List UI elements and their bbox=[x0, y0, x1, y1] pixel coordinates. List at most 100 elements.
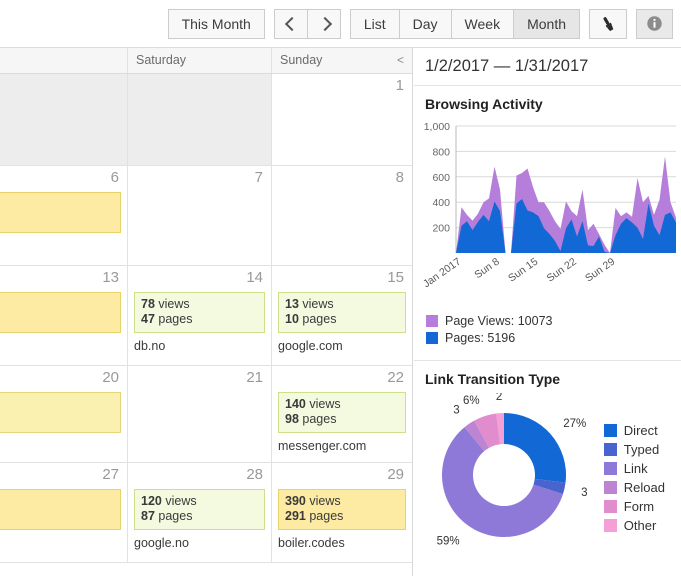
calendar-day-cell[interactable]: 15 13 views 10 pages google.com bbox=[272, 266, 412, 365]
event-pages-line: 57 pages bbox=[0, 509, 114, 524]
event-chip[interactable]: 390 views 291 pages bbox=[278, 489, 406, 530]
donut-legend-item: Link bbox=[604, 461, 665, 476]
column-header-sunday: Sunday < bbox=[272, 48, 412, 73]
event-chip[interactable]: 26 views 66 pages bbox=[0, 392, 121, 433]
link-transition-title: Link Transition Type bbox=[414, 371, 681, 387]
day-number: 6 bbox=[111, 169, 119, 186]
calendar-day-cell[interactable] bbox=[0, 74, 128, 165]
pages-count: 98 bbox=[285, 412, 299, 426]
views-count: 13 bbox=[285, 297, 299, 311]
event-views-line: 32 views bbox=[0, 197, 114, 212]
calendar-day-cell[interactable]: 22 140 views 98 pages messenger.com bbox=[272, 366, 412, 462]
donut-legend-label: Link bbox=[624, 461, 648, 476]
event-pages-line: 66 pages bbox=[0, 412, 114, 427]
day-number: 27 bbox=[102, 466, 119, 483]
calendar-week-row: 6 32 views 95 pages gbladet.no 7 8 bbox=[0, 166, 412, 266]
event-chip[interactable]: 120 views 87 pages bbox=[134, 489, 265, 530]
date-range-label: 1/2/2017 — 1/31/2017 bbox=[414, 48, 681, 86]
next-period-button[interactable] bbox=[308, 9, 341, 39]
pages-label: pages bbox=[158, 312, 192, 326]
event-chip[interactable]: 78 views 47 pages bbox=[134, 292, 265, 333]
event-domain: google.no bbox=[134, 536, 265, 550]
tab-day[interactable]: Day bbox=[400, 9, 452, 39]
donut-legend-label: Direct bbox=[624, 423, 658, 438]
event-domain: gbladet.no bbox=[0, 439, 121, 453]
event-pages-line: 98 pages bbox=[285, 412, 399, 427]
day-number: 7 bbox=[255, 169, 263, 186]
donut-legend-item: Typed bbox=[604, 442, 665, 457]
event-chip[interactable]: 13 views 10 pages bbox=[278, 292, 406, 333]
calendar-day-cell[interactable]: 8 bbox=[272, 166, 412, 265]
column-header-friday: day bbox=[0, 48, 128, 73]
calendar-day-cell[interactable]: 13 90 views 28 pages ogle.no bbox=[0, 266, 128, 365]
event-views-line: 120 views bbox=[141, 494, 258, 509]
donut-legend-swatch bbox=[604, 443, 617, 456]
event-domain: ebook.com bbox=[0, 536, 121, 550]
pages-count: 47 bbox=[141, 312, 155, 326]
calendar-day-cell[interactable]: 20 26 views 66 pages gbladet.no bbox=[0, 366, 128, 462]
event-chip[interactable]: 140 views 98 pages bbox=[278, 392, 406, 433]
prev-period-button[interactable] bbox=[274, 9, 308, 39]
views-label: views bbox=[165, 494, 196, 508]
calendar-day-cell[interactable] bbox=[128, 74, 272, 165]
browsing-activity-section: Browsing Activity 2004006008001,000Jan 2… bbox=[414, 86, 681, 361]
day-number: 21 bbox=[246, 369, 263, 386]
legend-swatch-page-views bbox=[426, 315, 438, 327]
donut-legend-swatch bbox=[604, 462, 617, 475]
x-axis-tick-label: Sun 22 bbox=[545, 256, 579, 285]
info-group bbox=[636, 9, 673, 39]
toolbar: This Month List Day Week Month bbox=[0, 0, 681, 48]
donut-legend-item: Reload bbox=[604, 480, 665, 495]
calendar-week-row: 13 90 views 28 pages ogle.no 14 bbox=[0, 266, 412, 366]
event-views-line: 13 views bbox=[285, 297, 399, 312]
calendar-day-cell[interactable]: 1 bbox=[272, 74, 412, 165]
event-chip[interactable]: 32 views 95 pages bbox=[0, 192, 121, 233]
info-button[interactable] bbox=[636, 9, 673, 39]
calendar-day-cell[interactable]: 28 120 views 87 pages google.no bbox=[128, 463, 272, 562]
donut-legend-swatch bbox=[604, 424, 617, 437]
calendar-day-cell[interactable]: 6 32 views 95 pages gbladet.no bbox=[0, 166, 128, 265]
event-views-line: 90 views bbox=[0, 297, 114, 312]
collapse-panel-icon[interactable]: < bbox=[397, 53, 404, 67]
event-views-line: 26 views bbox=[0, 397, 114, 412]
y-axis-tick-label: 600 bbox=[432, 172, 450, 184]
event-pages-line: 87 pages bbox=[141, 509, 258, 524]
detail-panel: 1/2/2017 — 1/31/2017 Browsing Activity 2… bbox=[414, 48, 681, 576]
calendar-day-cell[interactable]: 27 57 views 57 pages ebook.com bbox=[0, 463, 128, 562]
event-domain: boiler.codes bbox=[278, 536, 406, 550]
event-views-line: 140 views bbox=[285, 397, 399, 412]
pages-label: pages bbox=[302, 312, 336, 326]
y-axis-tick-label: 800 bbox=[432, 146, 450, 158]
tab-week[interactable]: Week bbox=[452, 9, 515, 39]
info-icon bbox=[646, 15, 663, 32]
day-number: 22 bbox=[387, 369, 404, 386]
event-pages-line: 47 pages bbox=[141, 312, 258, 327]
event-pages-line: 291 pages bbox=[285, 509, 399, 524]
this-month-button[interactable]: This Month bbox=[168, 9, 265, 39]
calendar-header-row: day Saturday Sunday < bbox=[0, 48, 412, 74]
paintbrush-icon bbox=[599, 15, 617, 33]
event-views-line: 57 views bbox=[0, 494, 114, 509]
views-label: views bbox=[302, 297, 333, 311]
pages-label: pages bbox=[302, 412, 336, 426]
day-number: 14 bbox=[246, 269, 263, 286]
calendar-day-cell[interactable]: 14 78 views 47 pages db.no bbox=[128, 266, 272, 365]
donut-legend-label: Other bbox=[624, 518, 657, 533]
calendar-day-cell[interactable]: 21 bbox=[128, 366, 272, 462]
day-number: 29 bbox=[387, 466, 404, 483]
views-label: views bbox=[309, 397, 340, 411]
event-chip[interactable]: 57 views 57 pages bbox=[0, 489, 121, 530]
event-domain: google.com bbox=[278, 339, 406, 353]
event-chip[interactable]: 90 views 28 pages bbox=[0, 292, 121, 333]
day-number: 15 bbox=[387, 269, 404, 286]
legend-label-page-views: Page Views: 10073 bbox=[445, 314, 553, 328]
calendar-day-cell[interactable]: 7 bbox=[128, 166, 272, 265]
event-domain: db.no bbox=[134, 339, 265, 353]
tab-month[interactable]: Month bbox=[514, 9, 580, 39]
calendar-day-cell[interactable]: 29 390 views 291 pages boiler.codes bbox=[272, 463, 412, 562]
legend-item-page-views: Page Views: 10073 bbox=[426, 314, 681, 328]
chevron-right-icon bbox=[319, 19, 329, 29]
tab-list[interactable]: List bbox=[350, 9, 400, 39]
paintbrush-button[interactable] bbox=[589, 9, 627, 39]
calendar-week-row: 20 26 views 66 pages gbladet.no 21 22 bbox=[0, 366, 412, 463]
